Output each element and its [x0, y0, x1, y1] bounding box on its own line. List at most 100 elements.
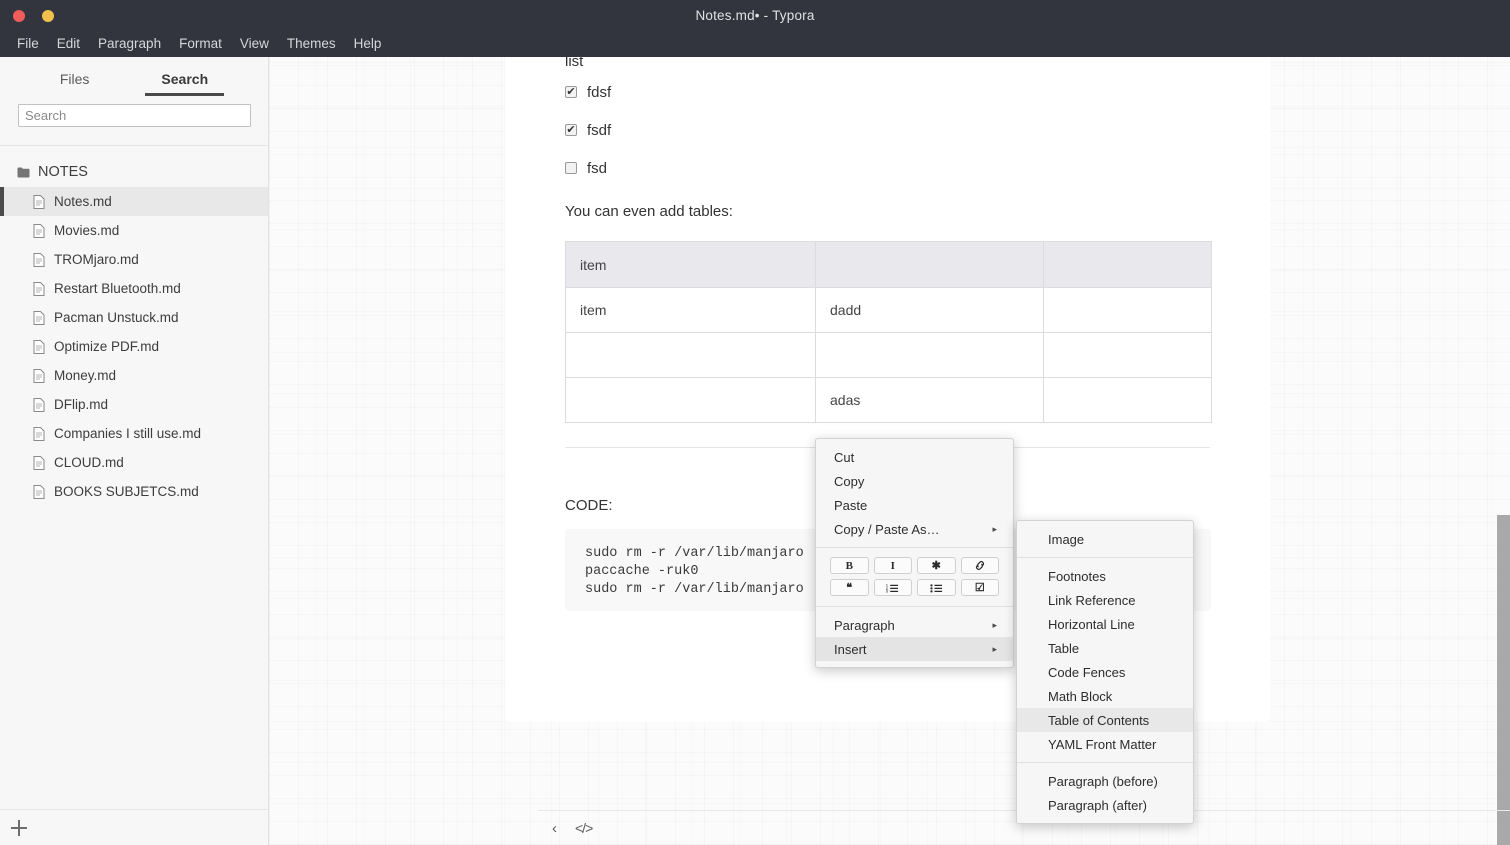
table-cell[interactable]	[815, 332, 1044, 378]
menu-file[interactable]: File	[8, 33, 48, 54]
table-cell[interactable]	[565, 377, 816, 423]
window-title: Notes.md• - Typora	[695, 7, 815, 23]
list-item[interactable]: BOOKS SUBJETCS.md	[0, 477, 268, 506]
search-container	[0, 104, 268, 127]
context-menu-item-cut[interactable]: Cut	[816, 445, 1013, 469]
submenu-item-table[interactable]: Table	[1017, 636, 1193, 660]
list-item[interactable]: Notes.md	[0, 187, 268, 216]
ordered-list-icon[interactable]: 1 2 3	[873, 579, 912, 596]
submenu-item-image[interactable]: Image	[1017, 527, 1193, 551]
link-icon[interactable]	[960, 557, 999, 574]
task-list-item[interactable]: fsd	[565, 152, 1210, 184]
table-header-cell[interactable]	[815, 241, 1044, 288]
file-icon	[33, 484, 45, 499]
add-file-button[interactable]	[8, 817, 30, 839]
submenu-item-label: Table	[1048, 640, 1080, 656]
table-cell[interactable]: dadd	[815, 287, 1044, 333]
submenu-item-paragraph-before[interactable]: Paragraph (before)	[1017, 769, 1193, 793]
table-header-cell[interactable]: item	[565, 241, 816, 288]
context-menu-item-copy[interactable]: Copy	[816, 469, 1013, 493]
checkbox-checked-icon[interactable]: ✔	[565, 86, 577, 98]
list-item-label: Money.md	[54, 368, 117, 383]
submenu-item-yaml-front-matter[interactable]: YAML Front Matter	[1017, 732, 1193, 756]
list-item-label: Companies I still use.md	[54, 426, 202, 441]
table-intro-text: You can even add tables:	[565, 203, 733, 220]
file-icon	[33, 252, 45, 267]
task-list-icon[interactable]: ☑	[960, 579, 999, 596]
svg-text:3: 3	[886, 589, 888, 592]
table-cell[interactable]	[1043, 377, 1212, 423]
menu-themes[interactable]: Themes	[278, 33, 345, 54]
menu-format[interactable]: Format	[170, 33, 231, 54]
list-item[interactable]: Money.md	[0, 361, 268, 390]
list-item[interactable]: CLOUD.md	[0, 448, 268, 477]
table-cell[interactable]	[1043, 332, 1212, 378]
menu-help[interactable]: Help	[345, 33, 391, 54]
folder-row-notes[interactable]: NOTES	[0, 157, 268, 187]
back-chevron-icon[interactable]: ‹	[552, 820, 557, 837]
list-item-label: CLOUD.md	[54, 455, 124, 470]
tab-files[interactable]: Files	[60, 71, 90, 96]
chevron-right-icon: ▸	[992, 523, 997, 534]
submenu-item-code-fences[interactable]: Code Fences	[1017, 660, 1193, 684]
list-item-label: Notes.md	[54, 194, 112, 209]
checkbox-checked-icon[interactable]: ✔	[565, 124, 577, 136]
table-cell[interactable]: item	[565, 287, 816, 333]
menu-view[interactable]: View	[231, 33, 278, 54]
list-item[interactable]: Optimize PDF.md	[0, 332, 268, 361]
task-list-item[interactable]: ✔ fsdf	[565, 114, 1210, 146]
bullet-list-icon[interactable]	[917, 579, 956, 596]
table-header-cell[interactable]	[1043, 241, 1212, 288]
file-icon	[33, 281, 45, 296]
markdown-table[interactable]: item item dadd adas	[565, 241, 1212, 423]
submenu-item-horizontal-line[interactable]: Horizontal Line	[1017, 612, 1193, 636]
tab-search[interactable]: Search	[145, 71, 224, 96]
search-input[interactable]	[18, 104, 251, 127]
context-menu-item-copy-paste-as[interactable]: Copy / Paste As… ▸	[816, 517, 1013, 541]
source-code-icon[interactable]: </>	[575, 820, 593, 836]
submenu-item-link-reference[interactable]: Link Reference	[1017, 588, 1193, 612]
code-line: sudo rm -r /var/lib/manjaro	[585, 582, 804, 597]
table-cell[interactable]: adas	[815, 377, 1044, 423]
submenu-item-label: Code Fences	[1048, 664, 1126, 680]
submenu-item-table-of-contents[interactable]: Table of Contents	[1017, 708, 1193, 732]
bold-button[interactable]: B	[830, 557, 869, 574]
submenu-item-footnotes[interactable]: Footnotes	[1017, 564, 1193, 588]
table-cell[interactable]	[1043, 287, 1212, 333]
link-icon-glyph	[975, 561, 984, 570]
submenu-item-paragraph-after[interactable]: Paragraph (after)	[1017, 793, 1193, 817]
list-item[interactable]: Pacman Unstuck.md	[0, 303, 268, 332]
submenu-item-label: Math Block	[1048, 688, 1113, 704]
ordered-list-glyph: 1 2 3	[886, 583, 899, 593]
list-item-label: DFlip.md	[54, 397, 109, 412]
list-item[interactable]: TROMjaro.md	[0, 245, 268, 274]
menu-paragraph[interactable]: Paragraph	[89, 33, 170, 54]
cut-off-text: list	[565, 57, 584, 70]
context-menu-item-insert[interactable]: Insert ▸	[816, 637, 1013, 661]
list-item[interactable]: Restart Bluetooth.md	[0, 274, 268, 303]
list-item[interactable]: Movies.md	[0, 216, 268, 245]
file-icon	[33, 426, 45, 441]
submenu-divider	[1017, 557, 1193, 558]
italic-button[interactable]: I	[873, 557, 912, 574]
file-icon	[33, 397, 45, 412]
context-menu-item-paste[interactable]: Paste	[816, 493, 1013, 517]
checkbox-unchecked-icon[interactable]	[565, 162, 577, 174]
insert-submenu: Image Footnotes Link Reference Horizonta…	[1016, 520, 1194, 824]
table-row: item dadd	[565, 287, 1212, 333]
menu-edit[interactable]: Edit	[48, 33, 89, 54]
context-menu-item-paragraph[interactable]: Paragraph ▸	[816, 613, 1013, 637]
close-button[interactable]	[13, 10, 25, 22]
list-item[interactable]: Companies I still use.md	[0, 419, 268, 448]
asterisk-icon[interactable]: ✱	[917, 557, 956, 574]
submenu-item-math-block[interactable]: Math Block	[1017, 684, 1193, 708]
table-cell[interactable]	[565, 332, 816, 378]
task-list-item[interactable]: ✔ fdsf	[565, 76, 1210, 108]
list-item-label: Optimize PDF.md	[54, 339, 160, 354]
list-item[interactable]: DFlip.md	[0, 390, 268, 419]
context-menu-item-label: Paragraph	[834, 617, 895, 633]
minimize-button[interactable]	[42, 10, 54, 22]
blockquote-icon[interactable]: ❝	[830, 579, 869, 596]
vertical-scrollbar[interactable]	[1497, 515, 1510, 845]
task-label: fsd	[587, 159, 608, 177]
